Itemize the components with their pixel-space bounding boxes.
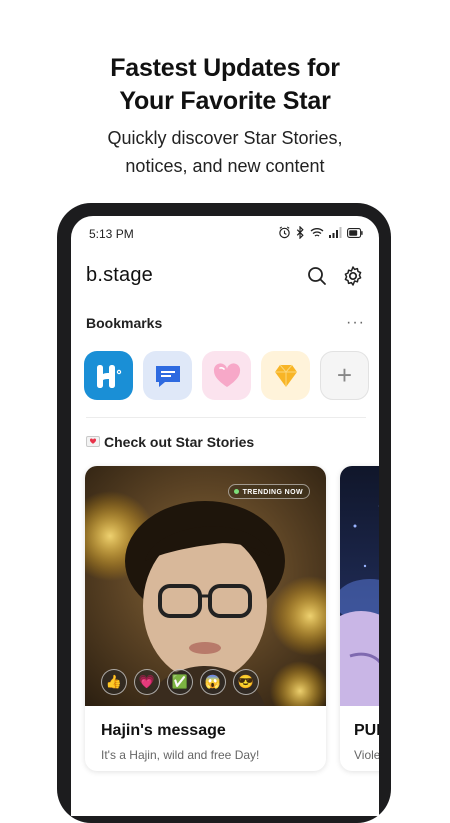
search-icon[interactable] bbox=[305, 264, 329, 288]
promo-subtitle-line1: Quickly discover Star Stories, bbox=[0, 124, 450, 152]
story-image: TRENDING NOW 👍 💗 ✅ 😱 😎 bbox=[85, 466, 326, 706]
story-card[interactable]: PUR Viole bbox=[340, 466, 379, 771]
status-time: 5:13 PM bbox=[89, 227, 134, 241]
story-title: Hajin's message bbox=[101, 722, 226, 740]
signal-icon bbox=[329, 227, 342, 238]
love-letter-icon bbox=[86, 434, 100, 450]
promo-title-line2: Your Favorite Star bbox=[0, 85, 450, 118]
hajin-app-icon[interactable] bbox=[84, 351, 133, 400]
promo-title: Fastest Updates for Your Favorite Star bbox=[0, 52, 450, 118]
gear-icon[interactable] bbox=[341, 264, 365, 288]
battery-icon bbox=[347, 228, 363, 238]
stories-heading: Check out Star Stories bbox=[86, 434, 254, 450]
promo-subtitle: Quickly discover Star Stories, notices, … bbox=[0, 124, 450, 180]
add-bookmark-button[interactable]: + bbox=[320, 351, 369, 400]
story-title: PUR bbox=[354, 722, 379, 740]
promo-title-line1: Fastest Updates for bbox=[0, 52, 450, 85]
chat-app-icon[interactable] bbox=[143, 351, 192, 400]
bookmarks-more-button[interactable]: ··· bbox=[346, 314, 365, 332]
app-logo[interactable]: b.stage bbox=[86, 264, 153, 287]
status-bar: 5:13 PM bbox=[71, 216, 379, 250]
check-reaction[interactable]: ✅ bbox=[167, 669, 193, 695]
thumbs-up-reaction[interactable]: 👍 bbox=[101, 669, 127, 695]
wifi-icon bbox=[310, 227, 324, 238]
alarm-icon bbox=[278, 226, 291, 239]
section-divider bbox=[86, 417, 366, 418]
story-image bbox=[340, 466, 379, 706]
bluetooth-icon bbox=[296, 226, 305, 239]
story-description: Viole bbox=[354, 748, 379, 762]
phone-screen: 5:13 PM b.stage Bookmarks ··· bbox=[71, 216, 379, 816]
promo-subtitle-line2: notices, and new content bbox=[0, 152, 450, 180]
story-card[interactable]: TRENDING NOW 👍 💗 ✅ 😱 😎 Hajin's message I… bbox=[85, 466, 326, 771]
bookmarks-list: + bbox=[84, 351, 369, 400]
stories-heading-text: Check out Star Stories bbox=[104, 434, 254, 450]
reaction-bar: 👍 💗 ✅ 😱 😎 bbox=[101, 669, 259, 695]
sunglasses-reaction[interactable]: 😎 bbox=[233, 669, 259, 695]
heart-app-icon[interactable] bbox=[202, 351, 251, 400]
trending-dot-icon bbox=[234, 489, 239, 494]
app-bar: b.stage bbox=[71, 256, 379, 296]
gem-app-icon[interactable] bbox=[261, 351, 310, 400]
trending-badge-label: TRENDING NOW bbox=[243, 489, 303, 496]
shocked-reaction[interactable]: 😱 bbox=[200, 669, 226, 695]
story-description: It's a Hajin, wild and free Day! bbox=[101, 748, 259, 762]
heart-reaction[interactable]: 💗 bbox=[134, 669, 160, 695]
bookmarks-heading: Bookmarks bbox=[86, 315, 162, 331]
trending-badge: TRENDING NOW bbox=[228, 484, 310, 499]
status-icons bbox=[278, 226, 363, 239]
